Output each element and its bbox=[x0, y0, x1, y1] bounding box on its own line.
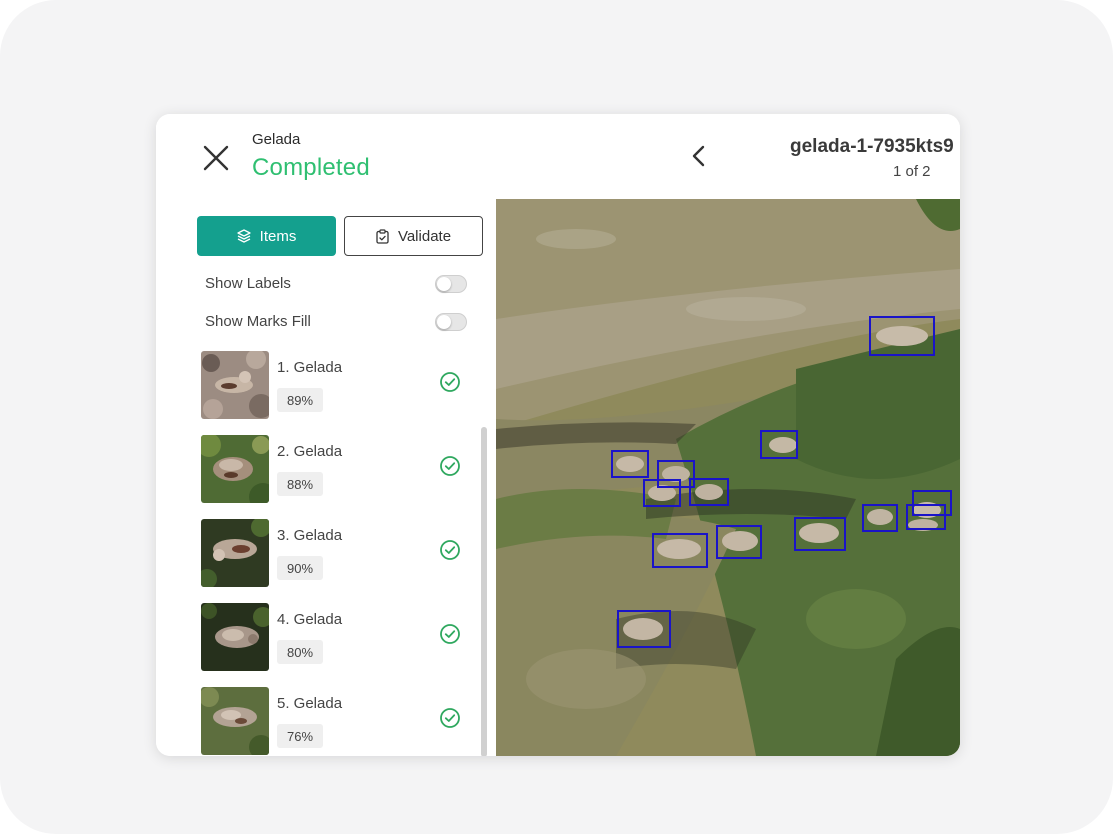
detection-box[interactable] bbox=[689, 478, 729, 506]
check-circle-icon bbox=[440, 372, 460, 392]
status-text: Completed bbox=[252, 154, 370, 181]
check-circle-icon bbox=[440, 624, 460, 644]
detection-box[interactable] bbox=[906, 504, 946, 530]
item-thumbnail bbox=[201, 519, 269, 587]
list-item[interactable]: 3. Gelada 90% bbox=[201, 519, 471, 587]
validate-tab-button[interactable]: Validate bbox=[344, 216, 483, 256]
check-circle-icon bbox=[440, 456, 460, 476]
confidence-badge: 80% bbox=[277, 640, 323, 664]
detection-box[interactable] bbox=[617, 610, 671, 648]
list-item[interactable]: 5. Gelada 76% bbox=[201, 687, 471, 755]
project-name: Gelada bbox=[252, 131, 301, 148]
list-item[interactable]: 1. Gelada 89% bbox=[201, 351, 471, 419]
item-thumbnail bbox=[201, 603, 269, 671]
confidence-badge: 90% bbox=[277, 556, 323, 580]
list-item[interactable]: 4. Gelada 80% bbox=[201, 603, 471, 671]
close-icon bbox=[203, 145, 229, 171]
check-circle-icon bbox=[440, 708, 460, 728]
layers-icon bbox=[237, 229, 251, 243]
check-circle-icon bbox=[440, 540, 460, 560]
detection-box[interactable] bbox=[611, 450, 649, 478]
detection-list: 1. Gelada 89% 2. Gelada 88% 3. Gelada 90… bbox=[201, 351, 471, 756]
confidence-badge: 88% bbox=[277, 472, 323, 496]
detection-box[interactable] bbox=[652, 533, 708, 568]
confidence-badge: 76% bbox=[277, 724, 323, 748]
confidence-badge: 89% bbox=[277, 388, 323, 412]
item-label: 2. Gelada bbox=[277, 443, 343, 460]
detection-box[interactable] bbox=[760, 430, 798, 459]
header: Gelada Completed gelada-1-7935kts9 1 of … bbox=[156, 114, 960, 199]
close-button[interactable] bbox=[202, 144, 230, 172]
sidebar: Items Validate Show Labels Show Marks Fi… bbox=[156, 199, 496, 756]
items-tab-button[interactable]: Items bbox=[197, 216, 336, 256]
annotation-viewer: Gelada Completed gelada-1-7935kts9 1 of … bbox=[156, 114, 960, 756]
detection-box[interactable] bbox=[716, 525, 762, 559]
list-item[interactable]: 2. Gelada 88% bbox=[201, 435, 471, 503]
clipboard-check-icon bbox=[376, 228, 389, 244]
scrollbar-thumb[interactable] bbox=[481, 427, 487, 756]
detection-box[interactable] bbox=[643, 479, 681, 507]
show-marks-fill-row: Show Marks Fill bbox=[205, 311, 467, 333]
show-marks-fill-toggle[interactable] bbox=[435, 313, 467, 331]
detection-box[interactable] bbox=[862, 504, 898, 532]
show-marks-fill-label: Show Marks Fill bbox=[205, 313, 311, 330]
aerial-image[interactable] bbox=[496, 199, 960, 756]
show-labels-toggle[interactable] bbox=[435, 275, 467, 293]
item-label: 4. Gelada bbox=[277, 611, 343, 628]
detection-box[interactable] bbox=[794, 517, 846, 551]
item-label: 3. Gelada bbox=[277, 527, 343, 544]
chevron-left-icon bbox=[692, 145, 705, 167]
item-counter: 1 of 2 bbox=[893, 163, 931, 180]
item-thumbnail bbox=[201, 351, 269, 419]
item-thumbnail bbox=[201, 687, 269, 755]
item-title: gelada-1-7935kts9 bbox=[790, 136, 954, 157]
show-labels-row: Show Labels bbox=[205, 273, 467, 295]
show-labels-label: Show Labels bbox=[205, 275, 291, 292]
previous-item-button[interactable] bbox=[688, 144, 712, 168]
validate-tab-label: Validate bbox=[397, 227, 452, 245]
list-scrollbar[interactable] bbox=[481, 427, 487, 756]
item-thumbnail bbox=[201, 435, 269, 503]
item-label: 1. Gelada bbox=[277, 359, 343, 376]
item-label: 5. Gelada bbox=[277, 695, 343, 712]
items-tab-label: Items bbox=[259, 227, 297, 245]
detection-box[interactable] bbox=[869, 316, 935, 356]
